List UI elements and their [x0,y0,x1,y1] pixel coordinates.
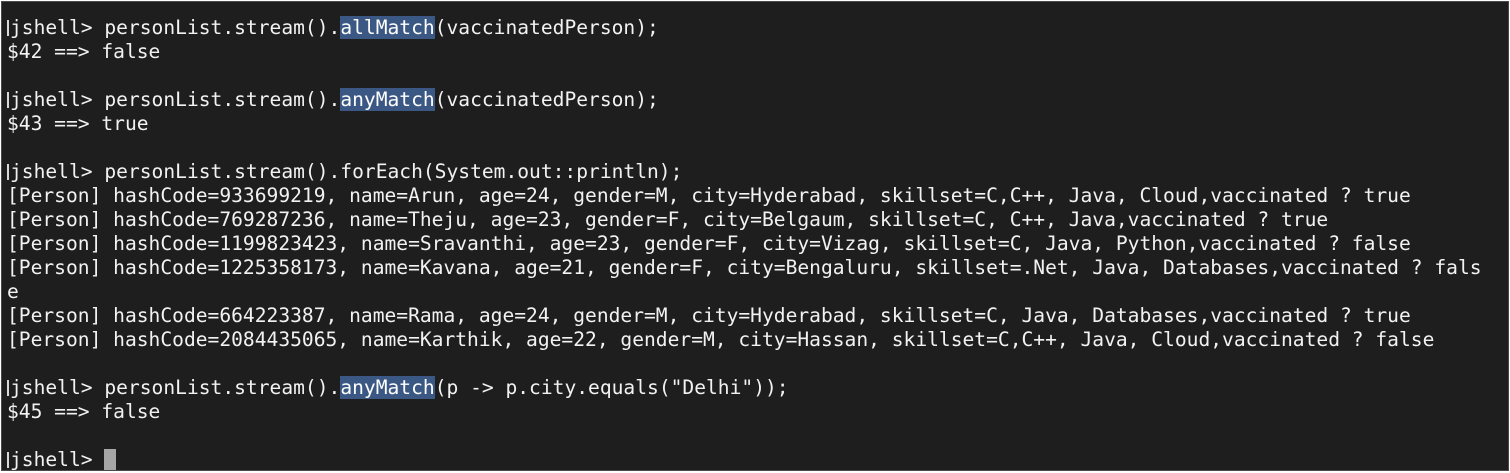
command-text: personList.stream(). [104,376,341,399]
result-line: $43 ==> true [7,112,149,135]
output-line: [Person] hashCode=1199823423, name=Srava… [7,232,1411,255]
prompt: jshell> [10,88,105,111]
result-line: $45 ==> false [7,400,161,423]
prompt: jshell> [10,376,105,399]
output-line: [Person] hashCode=769287236, name=Theju,… [7,208,1329,231]
output-line: [Person] hashCode=2084435065, name=Karth… [7,328,1435,351]
highlighted-match: allMatch [340,16,435,39]
highlighted-match: anyMatch [340,88,435,111]
prompt-marker [7,20,9,36]
highlighted-match: anyMatch [340,376,435,399]
command-text: personList.stream(). [104,16,341,39]
output-line: [Person] hashCode=933699219, name=Arun, … [7,184,1411,207]
command-text: personList.stream().forEach(System.out::… [104,160,683,183]
command-line-anymatch-lambda: jshell> personList.stream().anyMatch(p -… [7,376,1508,400]
prompt-marker [7,164,9,180]
prompt: jshell> [10,448,105,471]
prompt: jshell> [10,16,105,39]
output-line: [Person] hashCode=664223387, name=Rama, … [7,304,1411,327]
command-line-allmatch: jshell> personList.stream().allMatch(vac… [7,16,1508,40]
prompt-marker [7,380,9,396]
command-text: (p -> p.city.equals("Delhi")); [434,376,789,399]
terminal-window[interactable]: jshell> personList.stream().allMatch(vac… [1,1,1509,471]
text-cursor[interactable] [104,449,117,470]
prompt-marker [7,452,9,468]
result-line: $42 ==> false [7,40,161,63]
output-line-wrap: e [7,280,19,303]
output-line: [Person] hashCode=1225358173, name=Kavan… [7,256,1482,279]
command-line-anymatch: jshell> personList.stream().anyMatch(vac… [7,88,1508,112]
prompt-marker [7,92,9,108]
command-line-foreach: jshell> personList.stream().forEach(Syst… [7,160,1508,184]
command-text: (vaccinatedPerson); [434,88,659,111]
active-prompt-line[interactable]: jshell> [7,448,1508,471]
command-text: personList.stream(). [104,88,341,111]
command-text: (vaccinatedPerson); [434,16,659,39]
prompt: jshell> [10,160,105,183]
